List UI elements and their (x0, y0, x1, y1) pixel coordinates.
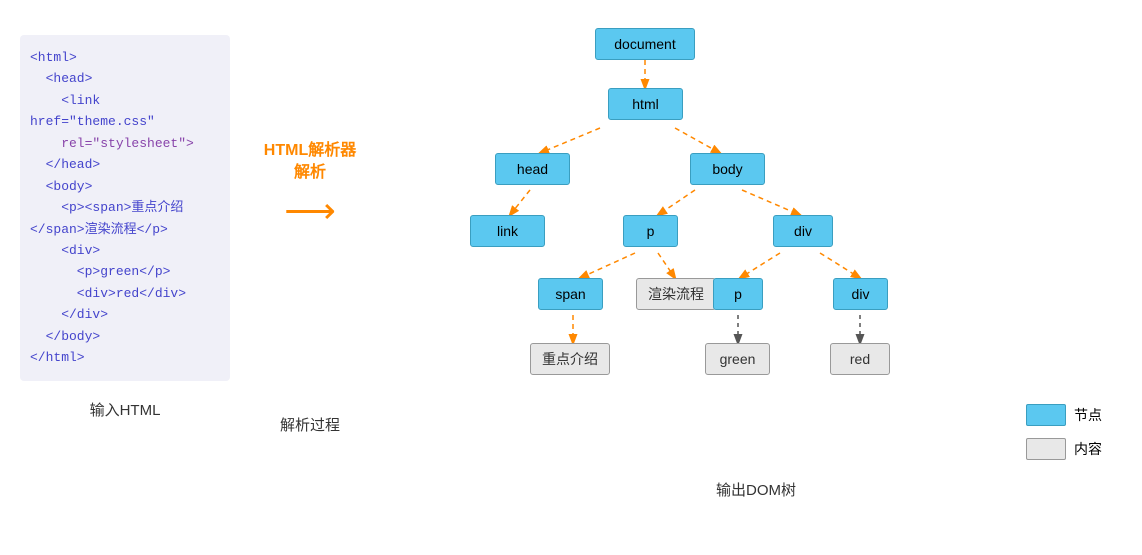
node-document: document (595, 28, 695, 60)
code-line-7: <p><span>重点介绍</span>渲染流程</p> (30, 197, 220, 240)
node-html: html (608, 88, 683, 120)
tree-panel: document html head body link p div span … (380, 20, 1132, 510)
node-body: body (690, 153, 765, 185)
node-green: green (705, 343, 770, 375)
legend-node: 节点 (1026, 404, 1102, 426)
legend-node-label: 节点 (1074, 405, 1102, 425)
arrow-panel: HTML解析器解析 ⟶ 解析过程 (240, 20, 380, 435)
node-span: span (538, 278, 603, 310)
code-line-8: <div> (30, 240, 220, 261)
code-line-10: <div>red</div> (30, 283, 220, 304)
code-line-13: </html> (30, 347, 220, 368)
code-line-2: <head> (30, 68, 220, 89)
node-head: head (495, 153, 570, 185)
label-process: 解析过程 (280, 414, 340, 435)
label-output: 输出DOM树 (716, 479, 796, 500)
node-text-render: 渲染流程 (636, 278, 716, 310)
code-line-4: rel="stylesheet"> (30, 133, 220, 154)
code-line-3: <link href="theme.css" (30, 90, 220, 133)
legend-content-label: 内容 (1074, 439, 1102, 459)
node-div1: div (773, 215, 833, 247)
big-arrow-icon: ⟶ (284, 193, 336, 229)
code-line-9: <p>green</p> (30, 261, 220, 282)
arrow-label: HTML解析器解析 (264, 140, 356, 185)
legend: 节点 内容 (1026, 404, 1102, 460)
tree-connections-svg (380, 20, 1132, 510)
code-line-6: <body> (30, 176, 220, 197)
node-link: link (470, 215, 545, 247)
legend-box-blue (1026, 404, 1066, 426)
node-zhongdian: 重点介绍 (530, 343, 610, 375)
label-input: 输入HTML (20, 399, 230, 420)
legend-content: 内容 (1026, 438, 1102, 460)
code-block: <html> <head> <link href="theme.css" rel… (20, 35, 230, 381)
node-p1: p (623, 215, 678, 247)
code-line-11: </div> (30, 304, 220, 325)
code-line-1: <html> (30, 47, 220, 68)
code-line-12: </body> (30, 326, 220, 347)
node-div2: div (833, 278, 888, 310)
node-p2: p (713, 278, 763, 310)
legend-box-gray (1026, 438, 1066, 460)
main-container: <html> <head> <link href="theme.css" rel… (0, 0, 1142, 555)
node-red: red (830, 343, 890, 375)
code-panel: <html> <head> <link href="theme.css" rel… (10, 20, 240, 435)
code-line-5: </head> (30, 154, 220, 175)
